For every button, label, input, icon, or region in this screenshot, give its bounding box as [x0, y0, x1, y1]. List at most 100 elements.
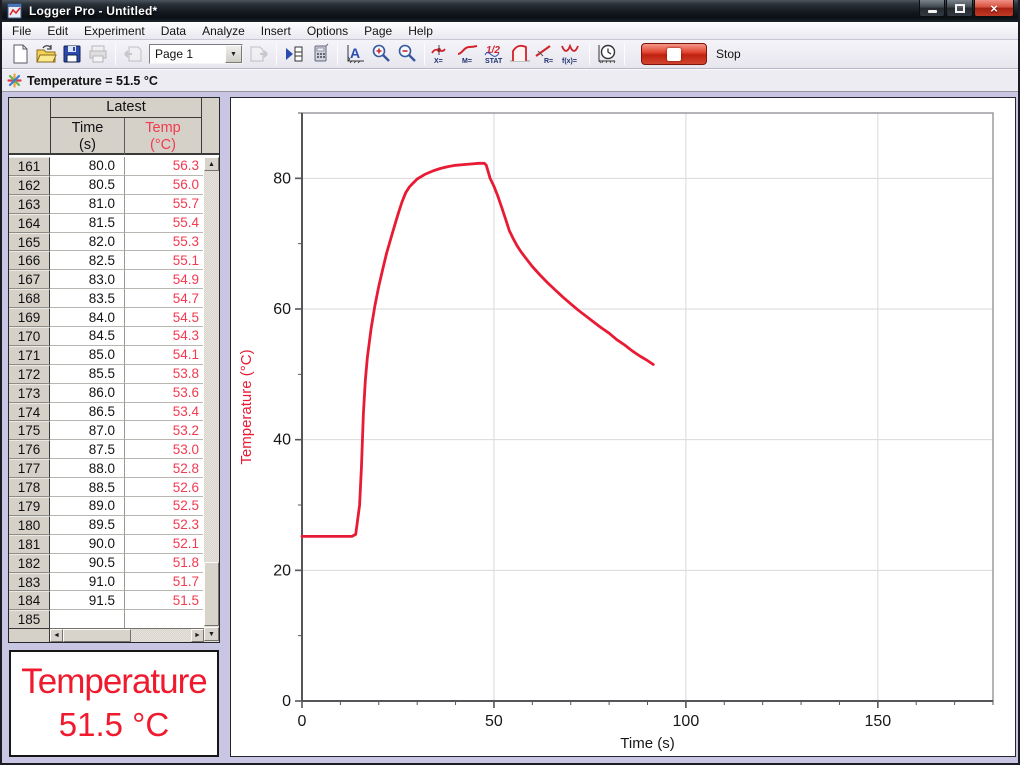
row-number-cell[interactable]: 176 [9, 440, 50, 460]
table-row[interactable]: 173 86.0 53.6 [9, 383, 204, 403]
scrollbar-thumb[interactable] [204, 562, 219, 626]
temp-cell[interactable]: 51.5 [125, 591, 203, 611]
time-cell[interactable]: 83.0 [50, 270, 125, 290]
data-collection-setup-button[interactable] [594, 42, 620, 67]
temp-cell[interactable]: 56.0 [125, 175, 203, 195]
temp-cell[interactable]: 52.1 [125, 534, 203, 554]
table-row[interactable]: 162 80.5 56.0 [9, 175, 204, 195]
menu-item-insert[interactable]: Insert [253, 22, 299, 40]
close-button[interactable]: × [974, 0, 1014, 17]
table-row[interactable]: 174 86.5 53.4 [9, 402, 204, 422]
menu-item-analyze[interactable]: Analyze [194, 22, 253, 40]
table-row[interactable]: 180 89.5 52.3 [9, 515, 204, 535]
temp-cell[interactable]: 53.4 [125, 402, 203, 422]
statistics-button[interactable]: 1/2 STAT [481, 42, 507, 67]
row-number-cell[interactable]: 173 [9, 383, 50, 403]
time-cell[interactable]: 88.5 [50, 478, 125, 498]
stop-button[interactable] [641, 43, 707, 65]
row-number-cell[interactable]: 174 [9, 402, 50, 422]
row-number-cell[interactable]: 171 [9, 345, 50, 365]
time-cell[interactable]: 88.0 [50, 459, 125, 479]
table-row[interactable]: 177 88.0 52.8 [9, 459, 204, 479]
row-number-cell[interactable]: 165 [9, 232, 50, 252]
time-cell[interactable]: 84.5 [50, 327, 125, 346]
scroll-right-arrow[interactable]: ► [191, 629, 204, 642]
temp-cell[interactable]: 55.4 [125, 213, 203, 233]
temp-cell[interactable]: 51.7 [125, 572, 203, 592]
menu-item-help[interactable]: Help [400, 22, 441, 40]
row-number-cell[interactable]: 167 [9, 270, 50, 290]
row-number-cell[interactable]: 164 [9, 213, 50, 233]
row-number-cell[interactable]: 162 [9, 175, 50, 195]
row-number-cell[interactable]: 172 [9, 364, 50, 384]
row-number-cell[interactable]: 183 [9, 572, 50, 592]
previous-page-button[interactable] [120, 42, 146, 67]
scroll-down-arrow[interactable]: ▼ [204, 627, 219, 641]
table-row[interactable]: 182 90.5 51.8 [9, 553, 204, 573]
temp-cell[interactable]: 54.3 [125, 327, 203, 346]
table-row[interactable]: 169 84.0 54.5 [9, 308, 204, 328]
temp-cell[interactable]: 53.2 [125, 421, 203, 441]
row-number-cell[interactable]: 181 [9, 534, 50, 554]
menu-item-experiment[interactable]: Experiment [76, 22, 153, 40]
page-selector[interactable]: Page 1 ▼ [149, 44, 243, 64]
menu-item-options[interactable]: Options [299, 22, 356, 40]
menu-item-page[interactable]: Page [356, 22, 400, 40]
save-button[interactable] [59, 42, 85, 67]
row-number-cell[interactable]: 184 [9, 591, 50, 611]
open-file-button[interactable] [33, 42, 59, 67]
time-cell[interactable]: 81.5 [50, 213, 125, 233]
table-row[interactable]: 183 91.0 51.7 [9, 572, 204, 592]
hscrollbar-thumb[interactable] [63, 629, 131, 642]
next-page-button[interactable] [246, 42, 272, 67]
time-cell[interactable]: 91.0 [50, 572, 125, 592]
temp-cell[interactable]: 53.6 [125, 383, 203, 403]
table-row[interactable]: 165 82.0 55.3 [9, 232, 204, 252]
time-cell[interactable] [50, 610, 125, 630]
temp-cell[interactable]: 52.6 [125, 478, 203, 498]
row-number-cell[interactable]: 163 [9, 194, 50, 214]
data-browser-button[interactable] [281, 42, 307, 67]
temp-cell[interactable]: 53.0 [125, 440, 203, 460]
row-number-cell[interactable]: 170 [9, 327, 50, 346]
maximize-button[interactable] [946, 0, 973, 17]
integral-button[interactable] [507, 42, 533, 67]
linear-fit-button[interactable]: R= [533, 42, 559, 67]
table-row[interactable]: 164 81.5 55.4 [9, 213, 204, 233]
temp-cell[interactable]: 54.1 [125, 345, 203, 365]
zoom-out-button[interactable] [394, 42, 420, 67]
curve-fit-button[interactable]: f(x)= [559, 42, 585, 67]
table-row[interactable]: 175 87.0 53.2 [9, 421, 204, 441]
row-number-cell[interactable]: 168 [9, 289, 50, 309]
row-number-cell[interactable]: 166 [9, 251, 50, 271]
row-number-cell[interactable]: 175 [9, 421, 50, 441]
time-cell[interactable]: 81.0 [50, 194, 125, 214]
calculator-button[interactable] [307, 42, 333, 67]
time-cell[interactable]: 82.5 [50, 251, 125, 271]
row-number-cell[interactable]: 169 [9, 308, 50, 328]
row-number-cell[interactable]: 182 [9, 553, 50, 573]
time-cell[interactable]: 89.5 [50, 515, 125, 535]
dataset-name-header[interactable]: Latest [50, 98, 202, 118]
temp-cell[interactable]: 51.8 [125, 553, 203, 573]
temp-cell[interactable]: 52.5 [125, 497, 203, 516]
temp-cell[interactable]: 54.7 [125, 289, 203, 309]
temperature-meter[interactable]: Temperature 51.5 °C [9, 650, 219, 757]
hscrollbar-track[interactable]: ◄ ► [50, 628, 204, 642]
time-cell[interactable]: 85.0 [50, 345, 125, 365]
table-row[interactable]: 176 87.5 53.0 [9, 440, 204, 460]
time-cell[interactable]: 90.5 [50, 553, 125, 573]
temp-cell[interactable]: 54.5 [125, 308, 203, 328]
temp-cell[interactable]: 55.7 [125, 194, 203, 214]
time-cell[interactable]: 86.5 [50, 402, 125, 422]
temp-cell[interactable]: 52.8 [125, 459, 203, 479]
row-number-cell[interactable]: 178 [9, 478, 50, 498]
temp-cell[interactable]: 52.3 [125, 515, 203, 535]
time-cell[interactable]: 82.0 [50, 232, 125, 252]
scroll-left-arrow[interactable]: ◄ [50, 629, 63, 642]
table-row[interactable]: 178 88.5 52.6 [9, 478, 204, 498]
table-row[interactable]: 161 80.0 56.3 [9, 157, 204, 176]
time-cell[interactable]: 80.5 [50, 175, 125, 195]
time-cell[interactable]: 80.0 [50, 157, 125, 176]
examine-button[interactable]: X= [429, 42, 455, 67]
